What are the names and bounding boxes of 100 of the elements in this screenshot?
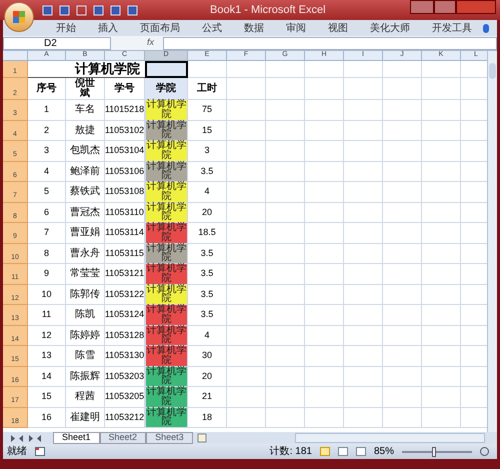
macro-record-icon[interactable] — [35, 447, 45, 456]
empty-cell[interactable] — [266, 120, 305, 141]
empty-cell[interactable] — [344, 202, 383, 223]
empty-cell[interactable] — [227, 100, 266, 120]
ribbon-tab[interactable]: 视图 — [317, 20, 359, 36]
empty-cell[interactable] — [266, 100, 305, 120]
empty-cell[interactable] — [266, 141, 305, 162]
empty-cell[interactable] — [422, 100, 461, 120]
empty-cell[interactable] — [227, 120, 266, 141]
empty-cell[interactable] — [383, 100, 422, 120]
empty-cell[interactable] — [305, 61, 344, 78]
ribbon-tab[interactable]: 开发工具 — [421, 20, 483, 36]
empty-cell[interactable] — [305, 244, 344, 264]
empty-cell[interactable] — [305, 346, 344, 366]
empty-cell[interactable] — [383, 162, 422, 182]
empty-cell[interactable] — [227, 244, 266, 264]
empty-cell[interactable] — [344, 366, 383, 387]
empty-cell[interactable] — [422, 244, 461, 264]
empty-cell[interactable] — [344, 182, 383, 202]
ribbon-tab[interactable]: 开始 — [45, 20, 87, 36]
empty-cell[interactable] — [305, 78, 344, 100]
empty-cell[interactable] — [422, 264, 461, 284]
page-break-icon[interactable] — [356, 447, 366, 456]
empty-cell[interactable] — [344, 244, 383, 264]
empty-cell[interactable] — [383, 387, 422, 408]
empty-cell[interactable] — [266, 326, 305, 346]
zoom-level[interactable]: 85% — [374, 444, 394, 459]
fx-button[interactable]: fx — [147, 36, 159, 50]
empty-cell[interactable] — [305, 100, 344, 120]
empty-cell[interactable] — [383, 61, 422, 78]
sheet-tab[interactable]: Sheet1 — [53, 432, 100, 444]
empty-cell[interactable] — [227, 366, 266, 387]
formula-field[interactable] — [163, 36, 497, 50]
empty-cell[interactable] — [422, 78, 461, 100]
empty-cell[interactable] — [305, 162, 344, 182]
empty-cell[interactable] — [383, 244, 422, 264]
empty-cell[interactable] — [422, 182, 461, 202]
empty-cell[interactable] — [266, 346, 305, 366]
empty-cell[interactable] — [266, 78, 305, 100]
ribbon-tab[interactable]: 插入 — [87, 20, 129, 36]
empty-cell[interactable] — [383, 366, 422, 387]
sheet-tab[interactable]: Sheet2 — [100, 432, 146, 444]
empty-cell[interactable] — [227, 78, 266, 100]
empty-cell[interactable] — [383, 346, 422, 366]
empty-cell[interactable] — [266, 182, 305, 202]
empty-cell[interactable] — [266, 387, 305, 408]
empty-cell[interactable] — [344, 387, 383, 408]
empty-cell[interactable] — [305, 202, 344, 223]
ribbon-tab[interactable]: 美化大师 — [359, 20, 421, 36]
empty-cell[interactable] — [305, 223, 344, 244]
empty-cell[interactable] — [266, 61, 305, 78]
empty-cell[interactable] — [227, 284, 266, 305]
empty-cell[interactable] — [422, 326, 461, 346]
empty-cell[interactable] — [383, 223, 422, 244]
empty-cell[interactable] — [305, 326, 344, 346]
page-layout-icon[interactable] — [338, 447, 348, 456]
empty-cell[interactable] — [266, 408, 305, 428]
empty-cell[interactable] — [227, 387, 266, 408]
empty-cell[interactable] — [383, 120, 422, 141]
empty-cell[interactable] — [266, 223, 305, 244]
empty-cell[interactable] — [344, 264, 383, 284]
empty-cell[interactable] — [344, 120, 383, 141]
empty-cell[interactable] — [344, 162, 383, 182]
empty-cell[interactable] — [227, 202, 266, 223]
empty-cell[interactable] — [383, 326, 422, 346]
empty-cell[interactable] — [266, 366, 305, 387]
empty-cell[interactable] — [266, 305, 305, 326]
empty-cell[interactable] — [422, 408, 461, 428]
empty-cell[interactable] — [383, 182, 422, 202]
empty-cell[interactable] — [305, 141, 344, 162]
empty-cell[interactable] — [266, 264, 305, 284]
close-button[interactable] — [456, 0, 496, 14]
empty-cell[interactable] — [305, 284, 344, 305]
empty-cell[interactable] — [305, 182, 344, 202]
empty-cell[interactable] — [227, 408, 266, 428]
empty-cell[interactable] — [227, 182, 266, 202]
empty-cell[interactable] — [344, 78, 383, 100]
empty-cell[interactable] — [422, 61, 461, 78]
empty-cell[interactable] — [344, 326, 383, 346]
empty-cell[interactable] — [344, 223, 383, 244]
empty-cell[interactable] — [344, 408, 383, 428]
empty-cell[interactable] — [383, 284, 422, 305]
vertical-scrollbar[interactable] — [487, 51, 497, 432]
ribbon-tab[interactable]: 审阅 — [275, 20, 317, 36]
empty-cell[interactable] — [383, 141, 422, 162]
empty-cell[interactable] — [266, 284, 305, 305]
insert-sheet-icon[interactable] — [196, 433, 208, 443]
sheet-tab[interactable]: Sheet3 — [146, 432, 193, 444]
empty-cell[interactable] — [422, 366, 461, 387]
empty-cell[interactable] — [266, 162, 305, 182]
empty-cell[interactable] — [227, 326, 266, 346]
empty-cell[interactable] — [305, 387, 344, 408]
name-box[interactable]: D2 — [3, 36, 111, 50]
empty-cell[interactable] — [305, 366, 344, 387]
empty-cell[interactable] — [422, 223, 461, 244]
ribbon-tab[interactable]: 页面布局 — [129, 20, 191, 36]
empty-cell[interactable] — [422, 120, 461, 141]
empty-cell[interactable] — [227, 141, 266, 162]
empty-cell[interactable] — [305, 305, 344, 326]
empty-cell[interactable] — [422, 162, 461, 182]
